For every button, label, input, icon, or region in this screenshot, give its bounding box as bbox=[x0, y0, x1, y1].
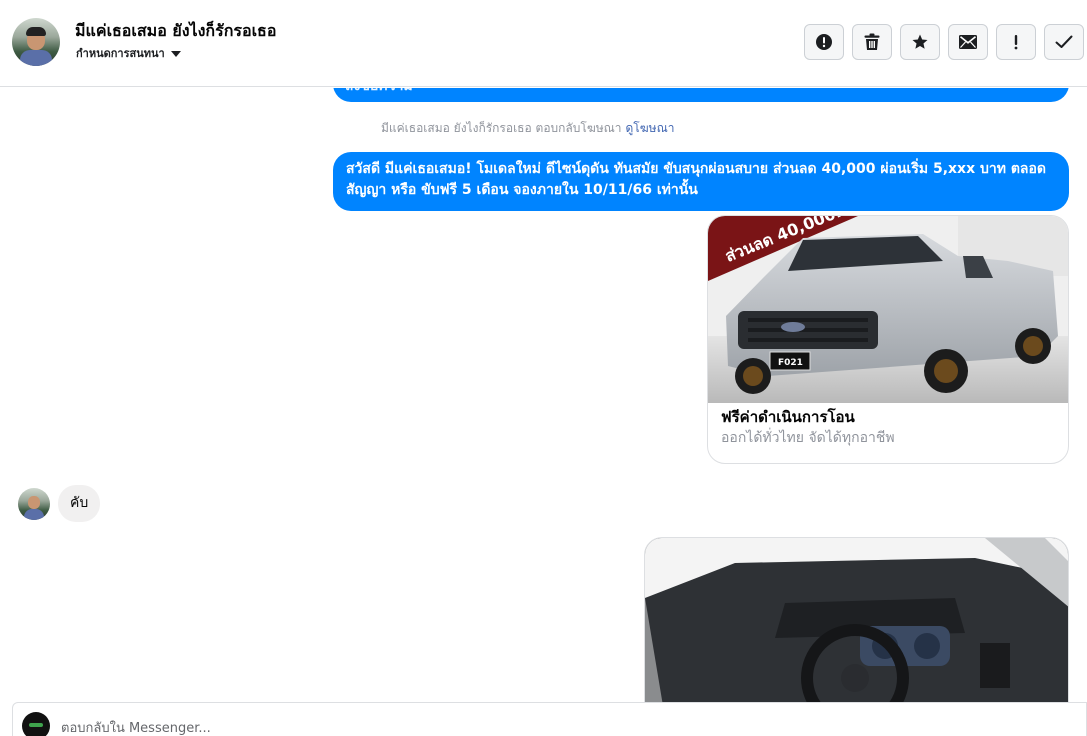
incoming-message-bubble: คับ bbox=[58, 485, 101, 522]
ad-reply-notice: มีแค่เธอเสมอ ยังไงก็รักรอเธอ ตอบกลับโฆษณ… bbox=[381, 119, 674, 138]
outgoing-message-bubble: สวัสดี มีแค่เธอเสมอ! โมเดลใหม่ ดีไซน์ดุด… bbox=[333, 152, 1069, 211]
conversation-actions bbox=[804, 24, 1084, 60]
ad-card-image: ส่วนลด 40,000.- F021 bbox=[708, 216, 1068, 403]
conversation-header: มีแค่เธอเสมอ ยังไงก็รักรอเธอ กำหนดการสนท… bbox=[0, 0, 1087, 87]
shared-photo[interactable] bbox=[644, 537, 1069, 702]
ad-card-title: ฟรีค่าดำเนินการโอน bbox=[721, 408, 855, 426]
conversation-schedule-label: กำหนดการสนทนา bbox=[76, 47, 165, 60]
reply-composer[interactable]: ตอบกลับใน Messenger... bbox=[12, 702, 1087, 736]
message-thread[interactable]: ส่งข้อความ มีแค่เธอเสมอ ยังไงก็รักรอเธอ … bbox=[0, 88, 1087, 702]
star-icon bbox=[912, 34, 928, 49]
mark-done-button[interactable] bbox=[1044, 24, 1084, 60]
ad-card[interactable]: ส่วนลด 40,000.- F021 ฟรีค่าดำเนินการโอน … bbox=[707, 215, 1069, 464]
outgoing-message-bubble: ส่งข้อความ bbox=[333, 88, 1069, 102]
exclamation-circle-icon bbox=[816, 34, 832, 50]
reply-input[interactable]: ตอบกลับใน Messenger... bbox=[61, 717, 211, 736]
envelope-icon bbox=[959, 35, 977, 49]
view-ad-link[interactable]: ดูโฆษณา bbox=[626, 121, 675, 135]
checkmark-icon bbox=[1055, 35, 1073, 48]
report-button[interactable] bbox=[996, 24, 1036, 60]
star-button[interactable] bbox=[900, 24, 940, 60]
contact-avatar[interactable] bbox=[12, 18, 60, 66]
page-avatar bbox=[22, 712, 50, 736]
caret-down-icon bbox=[170, 50, 181, 57]
outgoing-message-text-partial: ส่งข้อความ bbox=[345, 88, 413, 97]
ad-card-subtitle: ออกได้ทั่วไทย จัดได้ทุกอาชีพ bbox=[721, 430, 895, 446]
conversation-schedule-dropdown[interactable]: กำหนดการสนทนา bbox=[76, 44, 181, 62]
ad-reply-text: มีแค่เธอเสมอ ยังไงก็รักรอเธอ ตอบกลับโฆษณ… bbox=[381, 121, 622, 135]
trash-icon bbox=[864, 33, 880, 50]
delete-button[interactable] bbox=[852, 24, 892, 60]
exclamation-icon bbox=[1014, 35, 1018, 50]
mark-unread-button[interactable] bbox=[948, 24, 988, 60]
mark-spam-button[interactable] bbox=[804, 24, 844, 60]
contact-name[interactable]: มีแค่เธอเสมอ ยังไงก็รักรอเธอ bbox=[75, 19, 276, 44]
license-plate-text: F021 bbox=[778, 358, 803, 368]
contact-avatar-small[interactable] bbox=[18, 488, 50, 520]
